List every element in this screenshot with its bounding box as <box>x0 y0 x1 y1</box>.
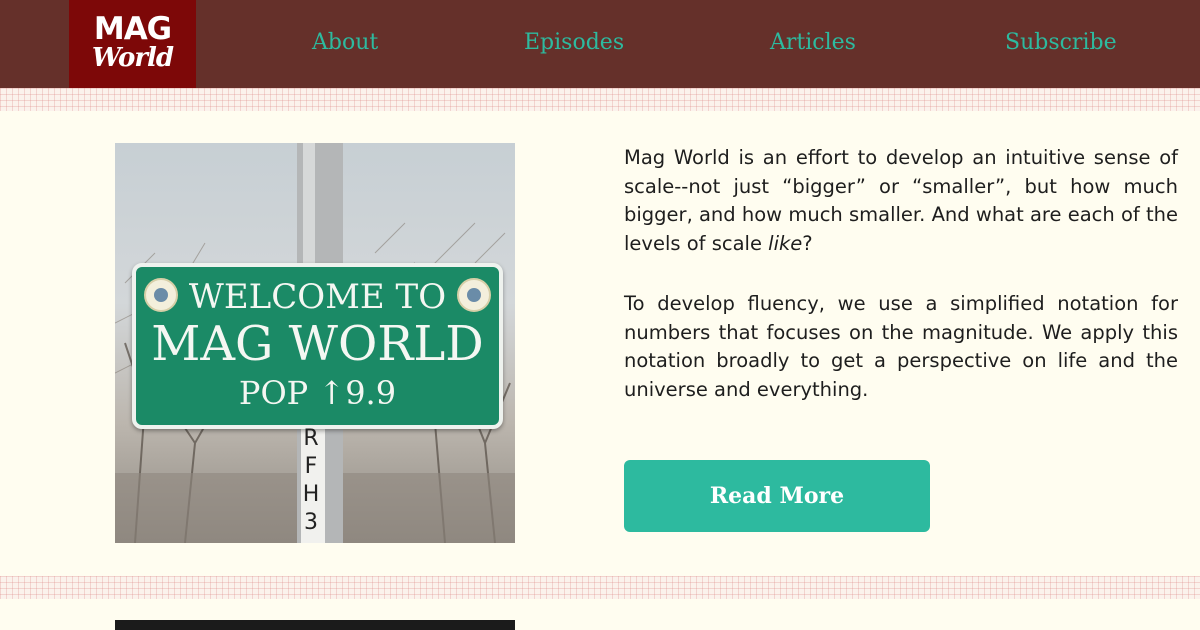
read-more-button[interactable]: Read More <box>624 460 930 532</box>
welcome-sign: WELCOME TO MAG WORLD POP ↑9.9 <box>132 263 503 429</box>
intro-paragraph: Mag World is an effort to develop an int… <box>624 144 1178 259</box>
site-logo[interactable]: MAG World <box>69 0 196 88</box>
sign-line-3: POP ↑9.9 <box>238 374 397 412</box>
site-header: MAG World About Episodes Articles Subscr… <box>0 0 1200 88</box>
nav-about-link[interactable]: About <box>312 27 378 59</box>
logo-line-2: World <box>91 43 174 73</box>
notation-paragraph: To develop fluency, we use a simplified … <box>624 292 1178 402</box>
grid-divider-bottom <box>0 576 1200 599</box>
post-marker-text: RFH3 <box>302 426 320 535</box>
intro-emphasis: like <box>768 232 803 256</box>
nav-episodes-link[interactable]: Episodes <box>524 27 624 59</box>
mag-world-sign-photo: WELCOME TO MAG WORLD POP ↑9.9 RFH3 <box>115 143 515 543</box>
next-section-image <box>115 620 515 630</box>
logo-line-1: MAG <box>93 11 172 47</box>
sign-line-2: MAG WORLD <box>151 316 484 372</box>
nav-articles-link[interactable]: Articles <box>770 27 856 59</box>
sign-line-1: WELCOME TO <box>188 277 447 317</box>
nav-subscribe-link[interactable]: Subscribe <box>1005 27 1117 59</box>
grid-divider-top <box>0 88 1200 111</box>
intro-text-end: ? <box>802 232 813 256</box>
intro-text: Mag World is an effort to develop an int… <box>624 146 1178 256</box>
